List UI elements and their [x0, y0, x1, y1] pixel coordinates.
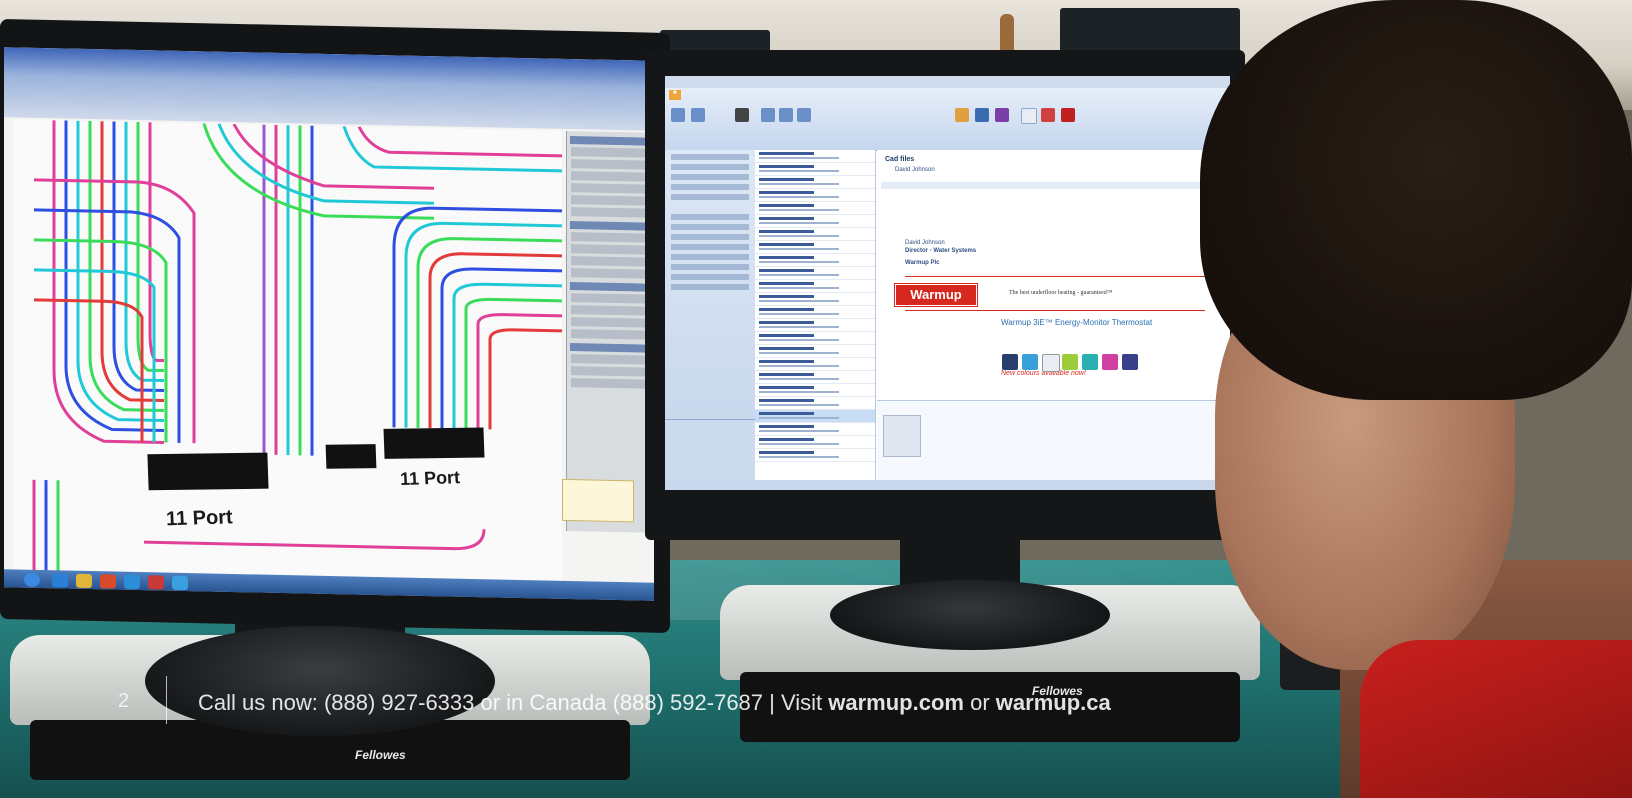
browser-icon	[52, 573, 68, 588]
website-ca: warmup.ca	[995, 690, 1111, 715]
person-hair	[1200, 0, 1632, 400]
thermostat-swatch	[1082, 354, 1098, 370]
outlook-titlebar	[665, 76, 1230, 88]
attachments-bar	[881, 182, 1226, 189]
thermostat-swatch	[1062, 354, 1078, 370]
file-tab-marker: ■	[669, 90, 681, 100]
call-text: Call us now: (888) 927-6333 or in Canada…	[198, 690, 823, 715]
manifold-block	[383, 427, 485, 459]
left-monitor: 11 Port 11 Port	[0, 18, 670, 736]
warmup-logo: Warmup	[894, 283, 978, 307]
cad-properties-panel	[566, 130, 654, 533]
riser-brand-left: Fellowes	[355, 748, 406, 762]
page-number: 2	[118, 690, 130, 712]
email-sender: David Johnson	[895, 167, 935, 173]
folder-icon	[76, 573, 92, 589]
new-email-icon	[671, 108, 685, 122]
pipe-layout-drawing	[32, 120, 562, 577]
right-monitor-stand	[830, 580, 1110, 650]
contact-line: Call us now: (888) 927-6333 or in Canada…	[198, 690, 1111, 716]
outlook-screen: ■ Cad files David Johnson David Johnson …	[665, 76, 1230, 490]
notification-balloon	[562, 478, 634, 523]
move-icon	[955, 108, 969, 122]
reply-all-icon	[779, 108, 793, 122]
outlook-statusbar	[665, 480, 1230, 490]
manifold-block	[325, 444, 377, 469]
forward-icon	[797, 108, 811, 122]
cad-toolbar	[4, 47, 654, 131]
port-label-left: 11 Port	[165, 506, 234, 531]
rules-icon	[975, 108, 989, 122]
office-photo: Fellowes Fellowes 11 Port 11 Port ■ Cad …	[0, 0, 1632, 798]
avatar	[883, 415, 921, 457]
port-label-right: 11 Port	[399, 467, 461, 490]
thermostat-swatch	[1122, 354, 1138, 370]
outlook-ribbon: ■	[665, 88, 1230, 151]
signature-title: Director - Water Systems	[905, 248, 977, 254]
onenote-icon	[995, 108, 1009, 122]
reply-icon	[761, 108, 775, 122]
signature-name: David Johnson	[905, 240, 945, 246]
tagline: The best underfloor heating - guaranteed…	[1009, 290, 1113, 296]
new-items-icon	[691, 108, 705, 122]
email-subject: Cad files	[885, 156, 915, 163]
website-us: warmup.com	[828, 690, 964, 715]
outlook-folder-pane	[665, 150, 756, 490]
divider	[905, 310, 1205, 311]
signature-company: Warmup Plc	[905, 260, 940, 266]
start-icon	[24, 572, 40, 587]
app-icon	[148, 575, 164, 590]
footer-separator	[166, 676, 167, 724]
cad-drawing-canvas: 11 Port 11 Port	[14, 119, 562, 587]
unread-icon	[1021, 108, 1037, 124]
follow-up-icon	[1061, 108, 1075, 122]
people-pane	[877, 400, 1230, 481]
delete-icon	[735, 108, 749, 122]
app-icon	[100, 574, 116, 589]
or-word: or	[970, 690, 990, 715]
message-list	[755, 150, 876, 490]
app-icon	[124, 574, 140, 590]
thermostat-swatch	[1102, 354, 1118, 370]
skype-icon	[172, 575, 188, 591]
product-line: Warmup 3iE™ Energy-Monitor Thermostat	[1001, 318, 1153, 327]
thermostat-swatch	[1022, 354, 1038, 370]
thermostat-swatch	[1042, 354, 1060, 372]
divider	[905, 276, 1205, 277]
right-monitor: ■ Cad files David Johnson David Johnson …	[645, 50, 1245, 650]
cad-screen: 11 Port 11 Port	[4, 47, 654, 601]
brochure-footer: 2 Call us now: (888) 927-6333 or in Cana…	[0, 676, 1632, 730]
thermostat-swatch	[1002, 354, 1018, 370]
categorize-icon	[1041, 108, 1055, 122]
manifold-block	[147, 452, 269, 491]
